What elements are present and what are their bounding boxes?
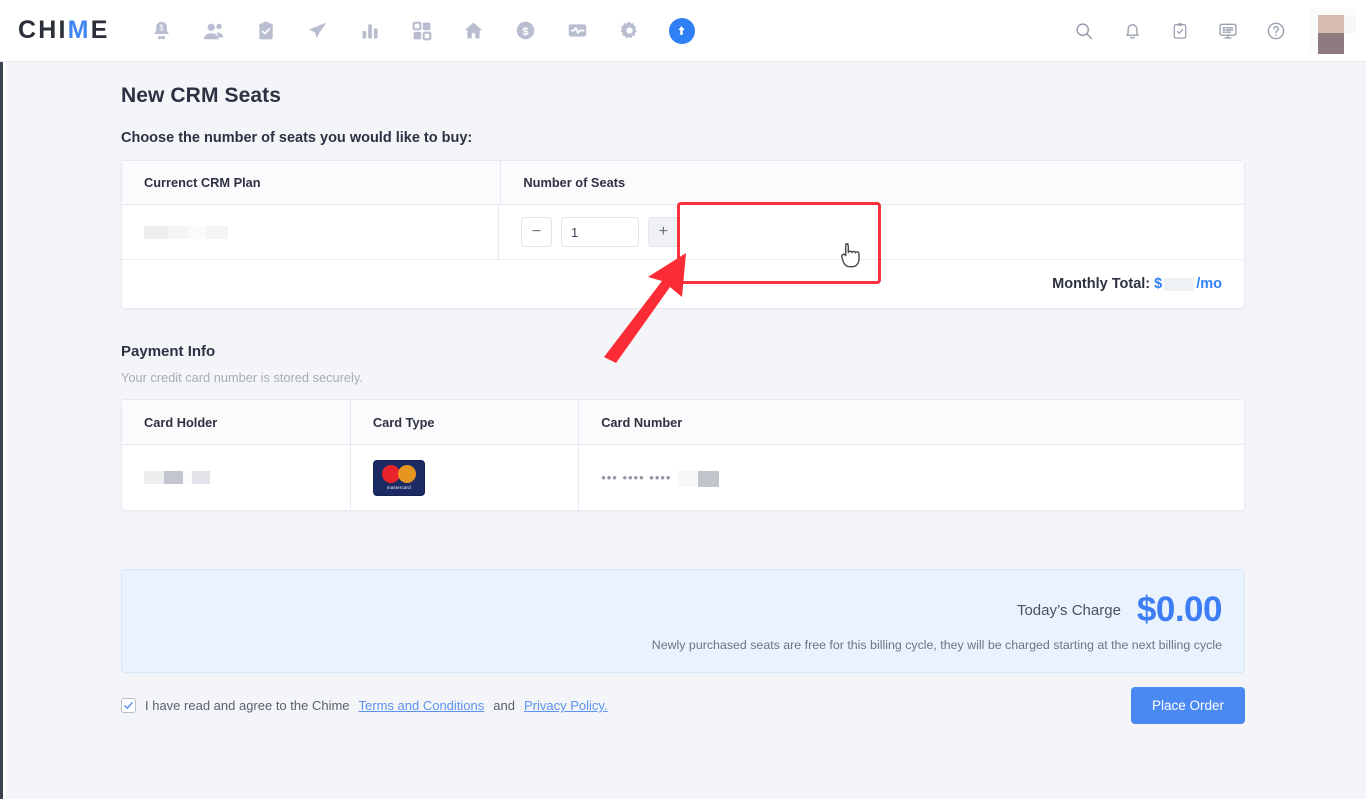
agree-text-middle: and <box>493 698 515 713</box>
avatar-block-4 <box>1344 33 1356 54</box>
seats-table-header: Currenct CRM Plan Number of Seats <box>122 160 1244 205</box>
payment-table-header: Card Holder Card Type Card Number <box>122 400 1244 445</box>
column-header-card-holder: Card Holder <box>144 414 218 430</box>
column-header-number-of-seats: Number of Seats <box>523 175 626 190</box>
chime-logo[interactable]: CHI M E <box>18 16 110 45</box>
column-header-card-number: Card Number <box>578 400 1244 444</box>
todays-charge-row: Today’s Charge $0.00 <box>1016 590 1223 630</box>
page-content: New CRM Seats Choose the number of seats… <box>0 62 1366 799</box>
dollar-bell-icon[interactable]: $ <box>136 9 188 53</box>
card-type-value: mastercard <box>349 445 578 510</box>
seats-table-row: − + <box>122 204 1244 260</box>
footer-row: I have read and agree to the Chime Terms… <box>121 687 1245 724</box>
currency-symbol: $ <box>1154 276 1163 292</box>
upgrade-arrow-icon[interactable] <box>656 9 708 53</box>
payment-info-note: Your credit card number is stored secure… <box>121 370 363 385</box>
seats-input[interactable] <box>560 217 639 247</box>
home-icon[interactable] <box>448 9 500 53</box>
quantity-stepper: − + <box>520 217 679 247</box>
primary-nav-icons: $ $ <box>136 9 708 53</box>
secondary-nav-icons <box>1060 0 1300 62</box>
clipboard-check-icon[interactable] <box>240 9 292 53</box>
terms-and-conditions-link[interactable]: Terms and Conditions <box>359 698 485 713</box>
redacted-plan-name <box>144 225 228 239</box>
logo-text-part2: E <box>90 16 110 44</box>
mastercard-circles <box>381 465 416 483</box>
redacted-card-holder <box>144 471 210 484</box>
todays-charge-panel: Today’s Charge $0.00 Newly purchased sea… <box>121 569 1245 673</box>
per-month-suffix: /mo <box>1196 276 1222 292</box>
bar-chart-icon[interactable] <box>344 9 396 53</box>
page-subtitle: Choose the number of seats you would lik… <box>121 130 473 146</box>
help-icon[interactable] <box>1252 9 1300 53</box>
column-header-card-type: Card Type <box>349 400 578 444</box>
decrement-seats-button[interactable]: − <box>520 217 552 247</box>
top-navigation-bar: CHI M E $ $ <box>0 0 1366 62</box>
terms-agreement: I have read and agree to the Chime Terms… <box>121 698 608 713</box>
privacy-policy-link[interactable]: Privacy Policy. <box>524 698 608 713</box>
avatar-block-1 <box>1318 15 1344 33</box>
seats-table: Currenct CRM Plan Number of Seats − + Mo… <box>121 160 1245 309</box>
agree-text-prefix: I have read and agree to the Chime <box>145 698 350 713</box>
mastercard-yellow-circle <box>397 465 416 483</box>
avatar-block-3 <box>1318 33 1344 54</box>
payment-info-title: Payment Info <box>121 343 216 360</box>
payment-table: Card Holder Card Type Card Number master… <box>121 399 1245 511</box>
user-avatar[interactable] <box>1310 8 1356 54</box>
pulse-icon[interactable] <box>552 9 604 53</box>
agree-checkbox[interactable] <box>121 698 136 713</box>
svg-text:$: $ <box>159 24 164 33</box>
send-icon[interactable] <box>292 9 344 53</box>
dollar-circle-icon[interactable]: $ <box>500 9 552 53</box>
todays-charge-label: Today’s Charge <box>1016 601 1121 619</box>
place-order-button[interactable]: Place Order <box>1130 687 1245 724</box>
search-icon[interactable] <box>1060 9 1108 53</box>
upgrade-badge <box>668 17 695 44</box>
svg-text:$: $ <box>522 26 529 38</box>
card-number-mask: ••• •••• •••• <box>601 470 672 485</box>
page-title: New CRM Seats <box>121 84 282 107</box>
todays-charge-amount: $0.00 <box>1136 590 1223 629</box>
card-number-value: ••• •••• •••• <box>578 445 1244 510</box>
seats-stepper-cell: − + <box>497 204 1244 260</box>
dashboard-grid-icon[interactable] <box>396 9 448 53</box>
column-header-current-plan: Currenct CRM Plan <box>144 175 261 190</box>
monthly-total-value: $ /mo <box>1154 276 1222 292</box>
todays-charge-note: Newly purchased seats are free for this … <box>651 638 1222 652</box>
redacted-card-last4 <box>678 471 720 487</box>
bell-icon[interactable] <box>1108 9 1156 53</box>
card-holder-value <box>122 445 350 510</box>
avatar-block-2 <box>1344 15 1356 33</box>
monitor-list-icon[interactable] <box>1204 9 1252 53</box>
monthly-total-label: Monthly Total: <box>1052 276 1151 292</box>
logo-text-part1: CHI <box>18 16 68 44</box>
current-plan-value <box>122 225 498 239</box>
logo-check-letter: M <box>67 16 91 44</box>
mastercard-wordmark: mastercard <box>386 485 411 490</box>
clipboard-icon[interactable] <box>1156 9 1204 53</box>
contacts-icon[interactable] <box>188 9 240 53</box>
monthly-total-row: Monthly Total: $ /mo <box>122 260 1244 308</box>
mastercard-icon: mastercard <box>372 459 425 496</box>
gear-icon[interactable] <box>604 9 656 53</box>
payment-table-row: mastercard ••• •••• •••• <box>122 445 1244 510</box>
redacted-total-amount <box>1164 277 1195 291</box>
increment-seats-button[interactable]: + <box>647 217 679 247</box>
